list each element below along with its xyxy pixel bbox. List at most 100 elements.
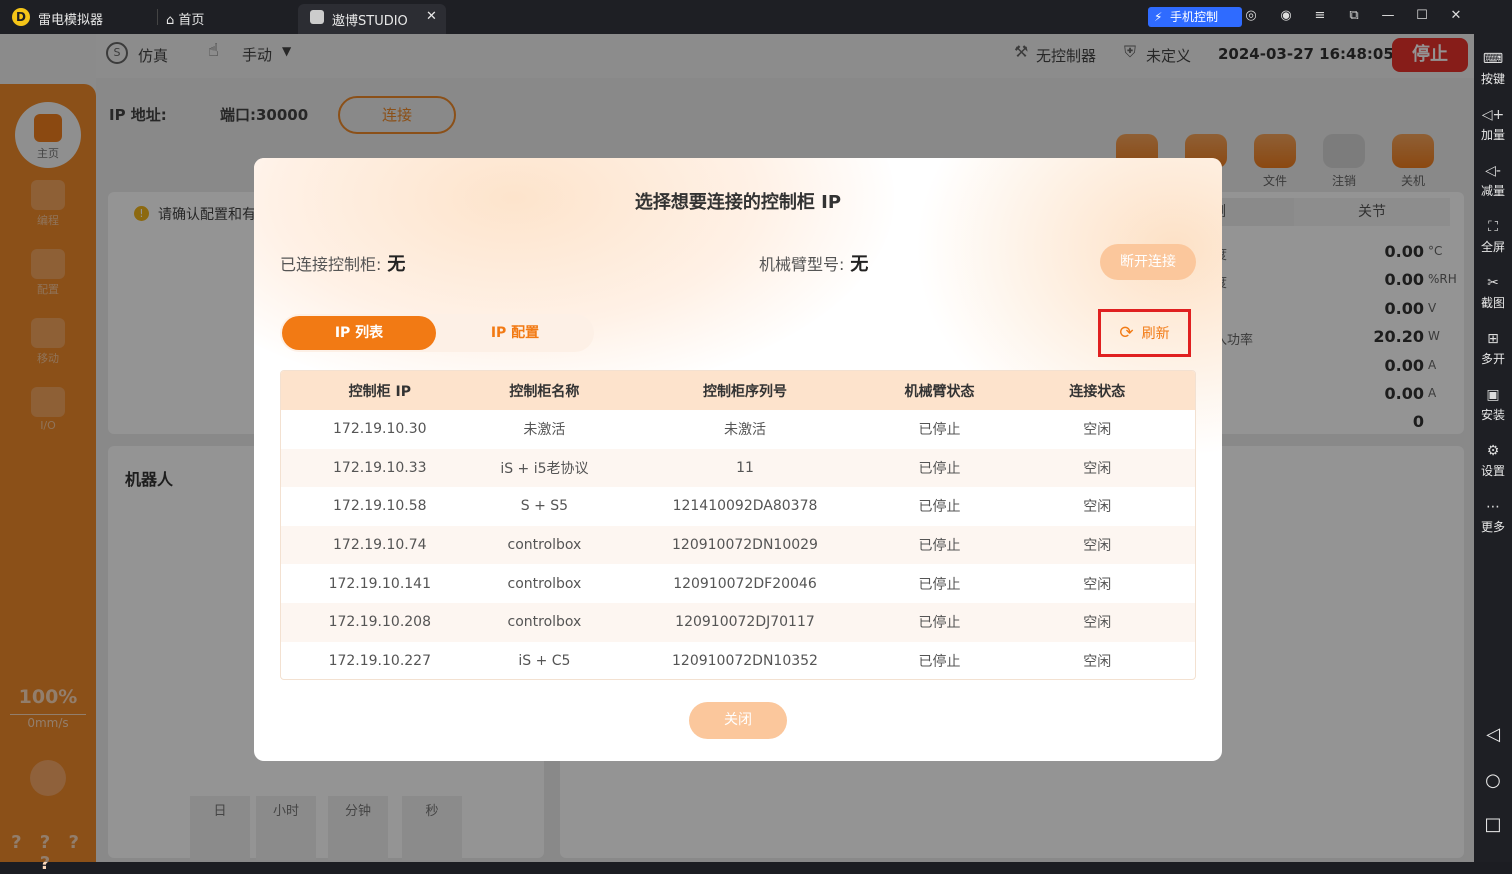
recents-icon[interactable]: □ bbox=[1474, 814, 1512, 835]
table-row[interactable]: 172.19.10.74 controlbox 120910072DN10029 已停… bbox=[281, 525, 1195, 565]
apk-icon: ▣ bbox=[1486, 387, 1500, 403]
table-cell: 120910072DF20046 bbox=[673, 575, 817, 592]
tab-aubo-label: 遨博STUDIO bbox=[332, 14, 408, 29]
table-row[interactable]: 172.19.10.208 controlbox 120910072DJ70117 已… bbox=[281, 602, 1195, 642]
volume-up-button[interactable]: ◁+ 加量 bbox=[1474, 104, 1512, 143]
tab-home[interactable]: ⌂ 首页 bbox=[166, 9, 204, 28]
table-cell: 未激活 bbox=[723, 422, 766, 439]
table-body: 172.19.10.30 未激活 未激活 已停止 空闲 172.19.10.33 iS + … bbox=[281, 410, 1195, 679]
table-cell: 已停止 bbox=[918, 576, 961, 593]
table-cell: 空闲 bbox=[1083, 460, 1112, 477]
minimize-icon[interactable]: — bbox=[1380, 8, 1396, 24]
table-cell: 已停止 bbox=[918, 653, 961, 670]
table-cell: 172.19.10.227 bbox=[328, 652, 431, 669]
back-icon[interactable]: ◁ bbox=[1474, 724, 1512, 745]
menu-icon[interactable]: ≡ bbox=[1312, 8, 1328, 24]
volume-down-button[interactable]: ◁- 减量 bbox=[1474, 160, 1512, 199]
table-cell: 172.19.10.30 bbox=[333, 421, 427, 438]
table-cell: 120910072DJ70117 bbox=[675, 614, 815, 631]
more-label: 更多 bbox=[1480, 520, 1505, 534]
keyboard-icon: ⌨ bbox=[1482, 51, 1504, 67]
gamepad-icon[interactable]: ◎ bbox=[1243, 8, 1259, 24]
column-header: 连接状态 bbox=[1069, 383, 1126, 400]
lightning-icon: ⚡ bbox=[1154, 10, 1163, 24]
ip-select-dialog: 选择想要连接的控制柜 IP 已连接控制柜: 无 机械臂型号: 无 断开连接 IP 列… bbox=[254, 158, 1222, 761]
close-button[interactable]: 关闭 bbox=[689, 702, 787, 739]
close-icon[interactable]: ✕ bbox=[426, 9, 437, 24]
refresh-label: 刷新 bbox=[1141, 326, 1170, 342]
refresh-icon: ⟳ bbox=[1119, 323, 1134, 343]
table-cell: 172.19.10.58 bbox=[333, 498, 427, 515]
table-row[interactable]: 172.19.10.58 S + S5 121410092DA80378 已停止 空闲 bbox=[281, 487, 1195, 526]
arm-model-value: 无 bbox=[850, 254, 869, 275]
arm-model: 机械臂型号: 无 bbox=[759, 250, 868, 276]
popout-icon[interactable]: ⧉ bbox=[1346, 8, 1362, 24]
tab-aubo-studio[interactable]: 遨博STUDIO ✕ bbox=[298, 4, 446, 34]
table-cell: controlbox bbox=[507, 575, 582, 592]
arm-model-label: 机械臂型号: bbox=[759, 255, 845, 274]
tab-ip-config[interactable]: IP 配置 bbox=[440, 316, 590, 350]
table-cell: 172.19.10.33 bbox=[333, 459, 427, 476]
tab-ip-list[interactable]: IP 列表 bbox=[282, 316, 436, 350]
emulator-name: 雷电模拟器 bbox=[38, 13, 104, 28]
keys-button[interactable]: ⌨ 按键 bbox=[1474, 48, 1512, 87]
home-circle-icon[interactable]: ○ bbox=[1474, 770, 1512, 791]
table-cell: 已停止 bbox=[918, 615, 961, 632]
table-cell: 120910072DN10352 bbox=[672, 652, 818, 669]
emulator-logo-icon: D bbox=[12, 8, 30, 26]
column-header: 控制柜 IP bbox=[348, 383, 411, 400]
table-header: 控制柜 IP 控制柜名称 控制柜序列号 机械臂状态 连接状态 bbox=[281, 371, 1195, 410]
scissors-icon: ✂ bbox=[1487, 275, 1499, 291]
fullscreen-label: 全屏 bbox=[1480, 240, 1505, 254]
fullscreen-button[interactable]: ⛶ 全屏 bbox=[1474, 216, 1512, 255]
column-header: 机械臂状态 bbox=[904, 383, 975, 400]
multi-instance-icon: ⊞ bbox=[1487, 331, 1499, 347]
emulator-titlebar: D 雷电模拟器 ⌂ 首页 遨博STUDIO ✕ ⚡ 手机控制 ◎ ◉ ≡ ⧉ —… bbox=[0, 0, 1512, 34]
maximize-icon[interactable]: ☐ bbox=[1414, 8, 1430, 24]
controller-table: 控制柜 IP 控制柜名称 控制柜序列号 机械臂状态 连接状态 172.19.10… bbox=[280, 370, 1196, 680]
tab-home-label: 首页 bbox=[178, 13, 205, 28]
table-cell: 11 bbox=[736, 459, 754, 476]
more-button[interactable]: ⋯ 更多 bbox=[1474, 496, 1512, 535]
volume-up-icon: ◁+ bbox=[1481, 107, 1505, 123]
table-cell: 已停止 bbox=[918, 538, 961, 555]
table-cell: 空闲 bbox=[1083, 538, 1112, 555]
account-icon[interactable]: ◉ bbox=[1278, 8, 1294, 24]
column-header: 控制柜序列号 bbox=[702, 383, 787, 400]
phone-control-button[interactable]: ⚡ 手机控制 bbox=[1148, 7, 1242, 27]
screenshot-label: 截图 bbox=[1480, 296, 1505, 310]
multi-instance-label: 多开 bbox=[1480, 352, 1505, 366]
table-cell: 空闲 bbox=[1083, 576, 1112, 593]
screenshot-button[interactable]: ✂ 截图 bbox=[1474, 272, 1512, 311]
refresh-button[interactable]: ⟳ 刷新 bbox=[1098, 309, 1191, 357]
column-header: 控制柜名称 bbox=[509, 383, 580, 400]
table-cell: 已停止 bbox=[918, 422, 961, 439]
table-row[interactable]: 172.19.10.141 controlbox 120910072DF20046 已… bbox=[281, 564, 1195, 603]
table-row[interactable]: 172.19.10.227 iS + C5 120910072DN10352 已停止 空… bbox=[281, 642, 1195, 679]
table-cell: 未激活 bbox=[523, 422, 566, 439]
multi-instance-button[interactable]: ⊞ 多开 bbox=[1474, 328, 1512, 367]
table-cell: controlbox bbox=[507, 537, 582, 554]
gear-icon: ⚙ bbox=[1486, 443, 1500, 459]
table-cell: 172.19.10.141 bbox=[328, 575, 431, 592]
app-icon bbox=[310, 10, 324, 24]
dialog-title: 选择想要连接的控制柜 IP bbox=[634, 192, 842, 213]
table-cell: 121410092DA80378 bbox=[672, 498, 818, 515]
table-cell: 已停止 bbox=[918, 499, 961, 516]
table-cell: 空闲 bbox=[1083, 422, 1112, 439]
table-cell: iS + i5老协议 bbox=[500, 460, 589, 477]
connected-controller-value: 无 bbox=[387, 254, 406, 275]
table-cell: 172.19.10.208 bbox=[328, 614, 431, 631]
volume-down-label: 减量 bbox=[1480, 184, 1505, 198]
settings-button[interactable]: ⚙ 设置 bbox=[1474, 440, 1512, 479]
divider bbox=[157, 9, 158, 25]
table-cell: 空闲 bbox=[1083, 615, 1112, 632]
table-row[interactable]: 172.19.10.33 iS + i5老协议 11 已停止 空闲 bbox=[281, 448, 1195, 488]
table-cell: 已停止 bbox=[918, 460, 961, 477]
close-window-icon[interactable]: ✕ bbox=[1448, 8, 1464, 24]
table-row[interactable]: 172.19.10.30 未激活 未激活 已停止 空闲 bbox=[281, 410, 1195, 449]
install-apk-button[interactable]: ▣ 安装 bbox=[1474, 384, 1512, 423]
disconnect-button[interactable]: 断开连接 bbox=[1100, 244, 1196, 280]
ip-tab-switch: IP 列表 IP 配置 bbox=[280, 314, 594, 352]
phone-control-label: 手机控制 bbox=[1170, 10, 1219, 24]
